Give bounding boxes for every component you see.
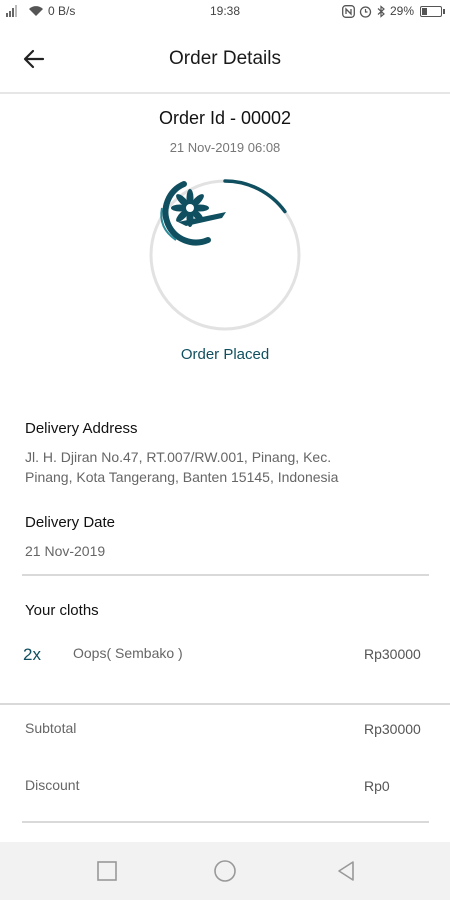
delivery-address-line1: Jl. H. Djiran No.47, RT.007/RW.001, Pina… <box>25 449 332 465</box>
delivery-date-title: Delivery Date <box>25 514 116 531</box>
discount-label: Discount <box>25 777 80 793</box>
item-quantity: 2x <box>23 645 41 664</box>
item-name: Oops( Sembako ) <box>73 645 183 661</box>
system-nav-bar <box>0 842 450 900</box>
company-logo <box>160 181 226 246</box>
status-right: 29% <box>342 4 445 18</box>
home-button[interactable] <box>213 859 237 883</box>
battery-fill <box>422 7 427 15</box>
battery-icon <box>420 5 445 17</box>
home-icon <box>214 860 236 882</box>
divider <box>0 703 450 705</box>
app-bar: Order Details <box>0 24 450 94</box>
divider <box>22 821 429 823</box>
delivery-address-line2: Pinang, Kota Tangerang, Banten 15145, In… <box>25 469 339 485</box>
nfc-icon <box>342 4 355 18</box>
cloths-title: Your cloths <box>25 602 99 619</box>
progress-arc <box>223 179 287 214</box>
divider <box>22 574 429 576</box>
status-bar: 0 B/s 19:38 29% <box>0 0 450 24</box>
recent-apps-button[interactable] <box>95 859 119 883</box>
order-datetime: 21 Nov-2019 06:08 <box>169 140 281 155</box>
system-back-button[interactable] <box>334 859 358 883</box>
bluetooth-icon <box>377 4 385 18</box>
alarm-icon <box>359 5 372 18</box>
subtotal-label: Subtotal <box>25 720 77 736</box>
discount-value: Rp0 <box>364 778 390 794</box>
order-id: Order Id - 00002 <box>158 108 292 128</box>
recent-apps-icon <box>97 861 117 881</box>
order-status: Order Placed <box>180 346 270 363</box>
delivery-address-title: Delivery Address <box>25 420 138 437</box>
order-progress-ring <box>148 178 302 332</box>
delivery-date-value: 21 Nov-2019 <box>25 543 106 559</box>
page-title: Order Details <box>169 48 281 69</box>
battery-percent: 29% <box>389 4 414 18</box>
subtotal-value: Rp30000 <box>364 721 421 737</box>
item-price: Rp30000 <box>364 646 421 662</box>
back-icon <box>338 861 354 881</box>
